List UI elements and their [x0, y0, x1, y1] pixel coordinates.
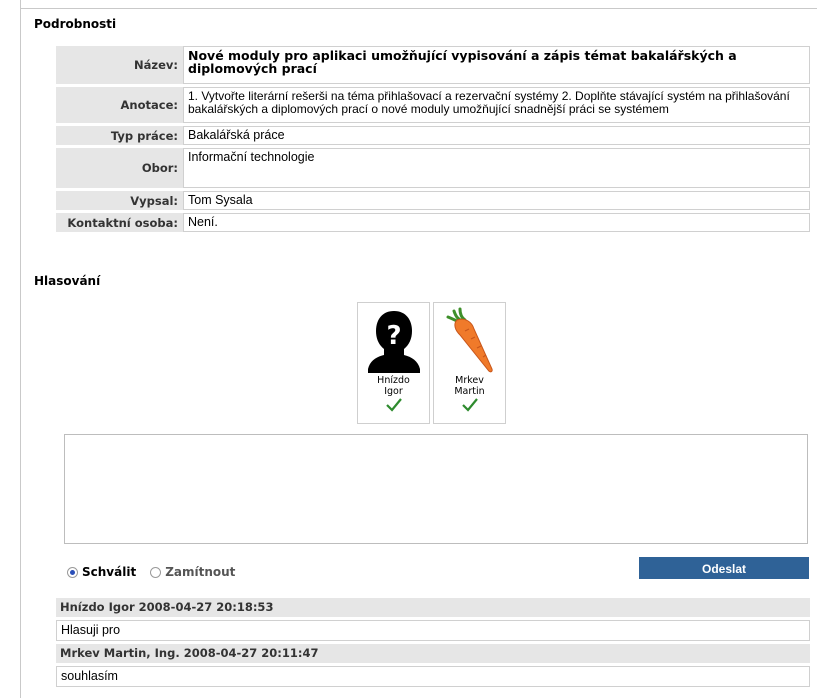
voter-card: ? Hnízdo Igor [357, 302, 430, 424]
details-table: Název: Nové moduly pro aplikaci umožňují… [56, 43, 810, 235]
reject-option[interactable]: Zamítnout [150, 565, 235, 579]
comment-header: Hnízdo Igor 2008-04-27 20:18:53 [56, 598, 810, 617]
svg-text:?: ? [386, 321, 401, 351]
detail-label: Obor: [56, 148, 183, 188]
approve-radio[interactable] [67, 566, 78, 578]
detail-label: Kontaktní osoba: [56, 213, 183, 232]
voting-section-title: Hlasování [34, 274, 101, 288]
voter-name: Mrkev Martin [454, 375, 485, 397]
detail-value-type: Bakalářská práce [183, 126, 810, 145]
detail-row-contact: Kontaktní osoba: Není. [56, 213, 810, 232]
detail-value-field: Informační technologie [183, 148, 810, 188]
detail-label: Anotace: [56, 87, 183, 123]
frame-top-border [20, 8, 817, 9]
approve-option[interactable]: Schválit [67, 565, 136, 579]
voter-card: Mrkev Martin [433, 302, 506, 424]
check-icon [461, 398, 478, 412]
detail-row-title: Název: Nové moduly pro aplikaci umožňují… [56, 46, 810, 84]
detail-row-type: Typ práce: Bakalářská práce [56, 126, 810, 145]
detail-row-field: Obor: Informační technologie [56, 148, 810, 188]
comment-text: souhlasím [56, 666, 810, 687]
comments-list: Hnízdo Igor 2008-04-27 20:18:53 Hlasuji … [56, 598, 810, 690]
detail-label: Typ práce: [56, 126, 183, 145]
detail-value-contact: Není. [183, 213, 810, 232]
reject-radio[interactable] [150, 566, 162, 578]
detail-label: Název: [56, 46, 183, 84]
approve-label: Schválit [82, 565, 137, 579]
detail-row-annotation: Anotace: 1. Vytvořte literární rešerši n… [56, 87, 810, 123]
comment-header: Mrkev Martin, Ing. 2008-04-27 20:11:47 [56, 644, 810, 663]
vote-options: Schválit Zamítnout [67, 565, 249, 579]
check-icon [385, 398, 402, 412]
comment-textarea[interactable] [64, 434, 808, 544]
voter-name: Hnízdo Igor [377, 375, 410, 397]
detail-value-author: Tom Sysala [183, 191, 810, 210]
reject-label: Zamítnout [165, 565, 236, 579]
carrot-icon [446, 307, 493, 373]
voters-list: ? Hnízdo Igor Mrkev Martin [357, 302, 506, 424]
detail-value-annotation: 1. Vytvořte literární rešerši na téma př… [183, 87, 810, 123]
comment-text: Hlasuji pro [56, 620, 810, 641]
detail-row-author: Vypsal: Tom Sysala [56, 191, 810, 210]
send-button[interactable]: Odeslat [639, 557, 809, 579]
frame-left-border [20, 0, 21, 698]
detail-value-title: Nové moduly pro aplikaci umožňující vypi… [183, 46, 810, 84]
detail-label: Vypsal: [56, 191, 183, 210]
details-section-title: Podrobnosti [34, 17, 117, 31]
unknown-person-icon: ? [367, 311, 420, 373]
